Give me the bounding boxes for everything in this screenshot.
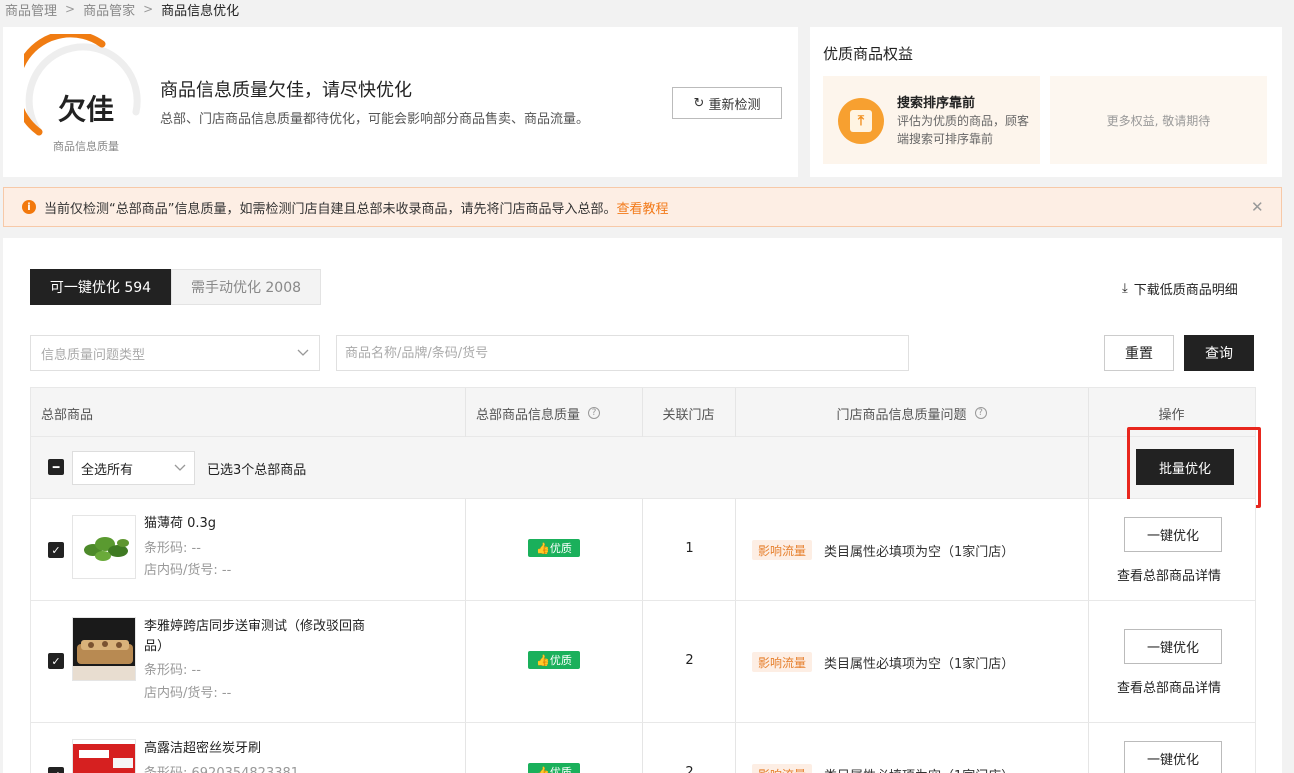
column-header: 关联门店 (662, 407, 715, 423)
refresh-icon: ↻ (693, 95, 705, 111)
breadcrumb-item[interactable]: 商品管家 (83, 0, 135, 19)
issue-type-placeholder: 信息质量问题类型 (41, 347, 146, 363)
chevron-down-icon (174, 464, 186, 471)
one-click-optimize-button[interactable]: 一键优化 (1124, 741, 1222, 773)
issue-type-select[interactable]: 信息质量问题类型 (30, 335, 320, 371)
quality-badge: 👍 优质 (528, 651, 580, 669)
product-sku: 店内码/货号: -- (144, 563, 232, 578)
table-row: ✓ 猫薄荷 0.3g 条形码: -- 店内码/货号: -- 👍 优质 1 影响流量… (30, 499, 1256, 601)
row-checkbox[interactable]: ✓ (48, 767, 64, 773)
column-header: 门店商品信息质量问题? (735, 388, 1088, 438)
tab-one-click[interactable]: 可一键优化 594 (30, 269, 171, 305)
quality-badge: 👍 优质 (528, 539, 580, 557)
tutorial-link[interactable]: 查看教程 (616, 198, 668, 217)
issue-text: 类目属性必填项为空（1家门店） (824, 657, 1015, 672)
thumbs-up-icon: 👍 (536, 765, 550, 773)
help-icon[interactable]: ? (588, 407, 601, 419)
column-header: 总部商品 (41, 407, 94, 423)
row-checkbox[interactable]: ✓ (48, 653, 64, 669)
product-barcode: 条形码: -- (144, 663, 201, 678)
quality-title: 商品信息质量欠佳，请尽快优化 (160, 80, 412, 101)
info-icon: i (22, 200, 36, 214)
thumbs-up-icon: 👍 (536, 653, 550, 667)
store-count: 2 (685, 765, 694, 773)
product-barcode: 条形码: -- (144, 541, 201, 556)
download-button[interactable]: ⤓ 下载低质商品明细 (1122, 279, 1238, 298)
rank-up-icon: ⤒ (838, 98, 884, 144)
traffic-tag: 影响流量 (752, 652, 812, 672)
column-header: 总部商品信息质量? (476, 388, 601, 438)
quality-desc: 总部、门店商品信息质量都待优化，可能会影响部分商品售卖、商品流量。 (160, 112, 590, 127)
one-click-optimize-button[interactable]: 一键优化 (1124, 517, 1222, 552)
traffic-tag: 影响流量 (752, 540, 812, 560)
benefit-more: 更多权益, 敬请期待 (1050, 76, 1267, 164)
quality-badge: 👍 优质 (528, 763, 580, 773)
store-count: 1 (685, 541, 694, 556)
one-click-optimize-button[interactable]: 一键优化 (1124, 629, 1222, 664)
view-detail-link[interactable]: 查看总部商品详情 (1117, 565, 1221, 584)
column-header: 操作 (1158, 407, 1185, 423)
batch-optimize-button[interactable]: 批量优化 (1136, 449, 1234, 485)
issue-text: 类目属性必填项为空（1家门店） (824, 545, 1015, 560)
query-button[interactable]: 查询 (1184, 335, 1254, 371)
product-image (72, 515, 136, 579)
quality-grade: 欠佳 (57, 93, 114, 126)
benefit-item-desc: 评估为优质的商品，顾客端搜索可排序靠前 (897, 114, 1030, 146)
traffic-tag: 影响流量 (752, 764, 812, 773)
tab-manual[interactable]: 需手动优化 2008 (171, 269, 321, 305)
product-name: 李雅婷跨店同步送审测试（修改驳回商品） (144, 619, 366, 654)
issue-text: 类目属性必填项为空（1家门店） (824, 765, 1014, 773)
recheck-button[interactable]: ↻ 重新检测 (672, 87, 782, 119)
select-all-checkbox[interactable]: ━ (48, 459, 64, 475)
notice-text: 当前仅检测“总部商品”信息质量，如需检测门店自建且总部未收录商品，请先将门店商品… (44, 201, 617, 217)
download-icon: ⤓ (1122, 281, 1128, 296)
row-checkbox[interactable]: ✓ (48, 542, 64, 558)
view-detail-link[interactable]: 查看总部商品详情 (1117, 677, 1221, 696)
product-barcode: 条形码: 6920354823381 (144, 763, 299, 773)
breadcrumb-item[interactable]: 商品管理 (5, 0, 57, 19)
bulk-select-row: ━ 全选所有 已选3个总部商品 批量优化 (30, 437, 1256, 499)
select-all-dropdown[interactable]: 全选所有 (72, 451, 195, 485)
download-label: 下载低质商品明细 (1133, 283, 1238, 298)
store-count: 2 (685, 653, 694, 668)
reset-button[interactable]: 重置 (1104, 335, 1174, 371)
benefit-item-title: 搜索排序靠前 (897, 96, 976, 111)
product-image (72, 617, 136, 681)
selected-count: 已选3个总部商品 (207, 463, 307, 478)
benefits-title: 优质商品权益 (823, 45, 914, 63)
product-image (72, 739, 136, 773)
recheck-label: 重新检测 (708, 97, 761, 113)
product-name: 猫薄荷 0.3g (144, 516, 217, 531)
table-row: ✓ 高露洁超密丝炭牙刷 条形码: 6920354823381 👍优质 2 影响流… (30, 723, 1256, 773)
table-row: ✓ 李雅婷跨店同步送审测试（修改驳回商品） 条形码: -- 店内码/货号: --… (30, 601, 1256, 723)
quality-grade-label: 商品信息质量 (53, 140, 119, 153)
help-icon[interactable]: ? (974, 407, 987, 419)
close-icon[interactable]: ✕ (1251, 198, 1264, 216)
search-input[interactable] (336, 335, 909, 371)
product-sku: 店内码/货号: -- (144, 686, 232, 701)
breadcrumb: 商品管理 > 商品管家 > 商品信息优化 (5, 0, 240, 19)
table-header: 总部商品 总部商品信息质量? 关联门店 门店商品信息质量问题? 操作 (30, 387, 1256, 438)
select-all-label: 全选所有 (81, 462, 134, 478)
chevron-right-icon: > (143, 2, 154, 16)
product-name: 高露洁超密丝炭牙刷 (144, 741, 262, 756)
chevron-down-icon (297, 349, 309, 356)
notice-bar: i 当前仅检测“总部商品”信息质量，如需检测门店自建且总部未收录商品，请先将门店… (3, 187, 1282, 227)
breadcrumb-current: 商品信息优化 (161, 3, 240, 19)
chevron-right-icon: > (65, 2, 76, 16)
thumbs-up-icon: 👍 (536, 541, 550, 555)
